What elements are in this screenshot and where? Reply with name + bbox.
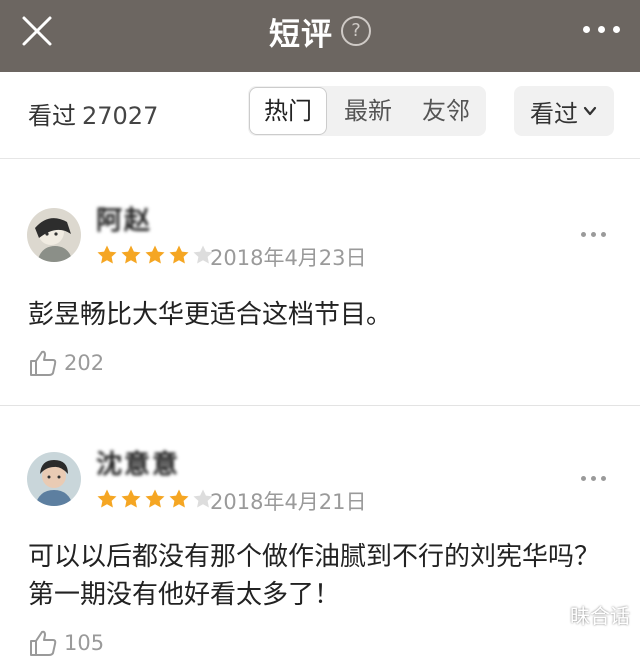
filter-bar: 看过 27027 热门 最新 友邻 看过 [0, 72, 640, 159]
top-bar: 短评 ? [0, 0, 640, 72]
sort-tabs: 热门 最新 友邻 [248, 86, 486, 136]
avatar[interactable] [27, 452, 81, 506]
star-filled-icon [97, 489, 117, 508]
star-filled-icon [145, 245, 165, 264]
review-text: 彭昱畅比大华更适合这档节目。 [28, 300, 393, 330]
like-count: 202 [64, 351, 105, 375]
seen-label: 看过 [28, 102, 76, 130]
tab-friends[interactable]: 友邻 [414, 86, 478, 136]
watermark: 昧合话 [570, 604, 630, 628]
page-title: 短评 [269, 16, 333, 53]
review-more-icon[interactable] [581, 232, 606, 237]
like-button[interactable]: 202 [28, 348, 104, 378]
review-more-icon[interactable] [581, 476, 606, 481]
avatar[interactable] [27, 208, 81, 262]
dropdown-label: 看过 [530, 99, 578, 128]
star-filled-icon [169, 245, 189, 264]
rating-stars [96, 488, 214, 510]
star-filled-icon [169, 489, 189, 508]
help-icon[interactable]: ? [341, 16, 371, 46]
review-date: 2018年4月21日 [210, 490, 367, 514]
review-item: 阿赵 2018年4月23日 彭昱畅比大华更适合这档节目。 202 [0, 160, 640, 405]
star-filled-icon [121, 489, 141, 508]
seen-count-number: 27027 [82, 102, 159, 130]
star-filled-icon [121, 245, 141, 264]
review-item: 沈意意 2018年4月21日 可以以后都没有那个做作油腻到不行的刘宪华吗？第一期… [0, 406, 640, 656]
review-date: 2018年4月23日 [210, 246, 367, 270]
review-text: 可以以后都没有那个做作油腻到不行的刘宪华吗？第一期没有他好看太多了！ [28, 542, 601, 610]
username[interactable]: 沈意意 [96, 444, 180, 481]
more-options-icon[interactable] [583, 26, 620, 33]
title-group: 短评 ? [0, 0, 640, 62]
star-filled-icon [97, 245, 117, 264]
seen-filter-dropdown[interactable]: 看过 [514, 86, 614, 136]
username[interactable]: 阿赵 [96, 200, 152, 237]
star-filled-icon [145, 489, 165, 508]
tab-hot[interactable]: 热门 [249, 87, 327, 135]
seen-count: 看过 27027 [28, 96, 158, 131]
tab-latest[interactable]: 最新 [336, 86, 400, 136]
like-count: 105 [64, 631, 105, 655]
rating-stars [96, 244, 214, 266]
thumbs-up-icon [30, 630, 57, 656]
like-button[interactable]: 105 [28, 628, 104, 658]
chevron-down-icon [583, 106, 597, 116]
thumbs-up-icon [30, 350, 57, 376]
